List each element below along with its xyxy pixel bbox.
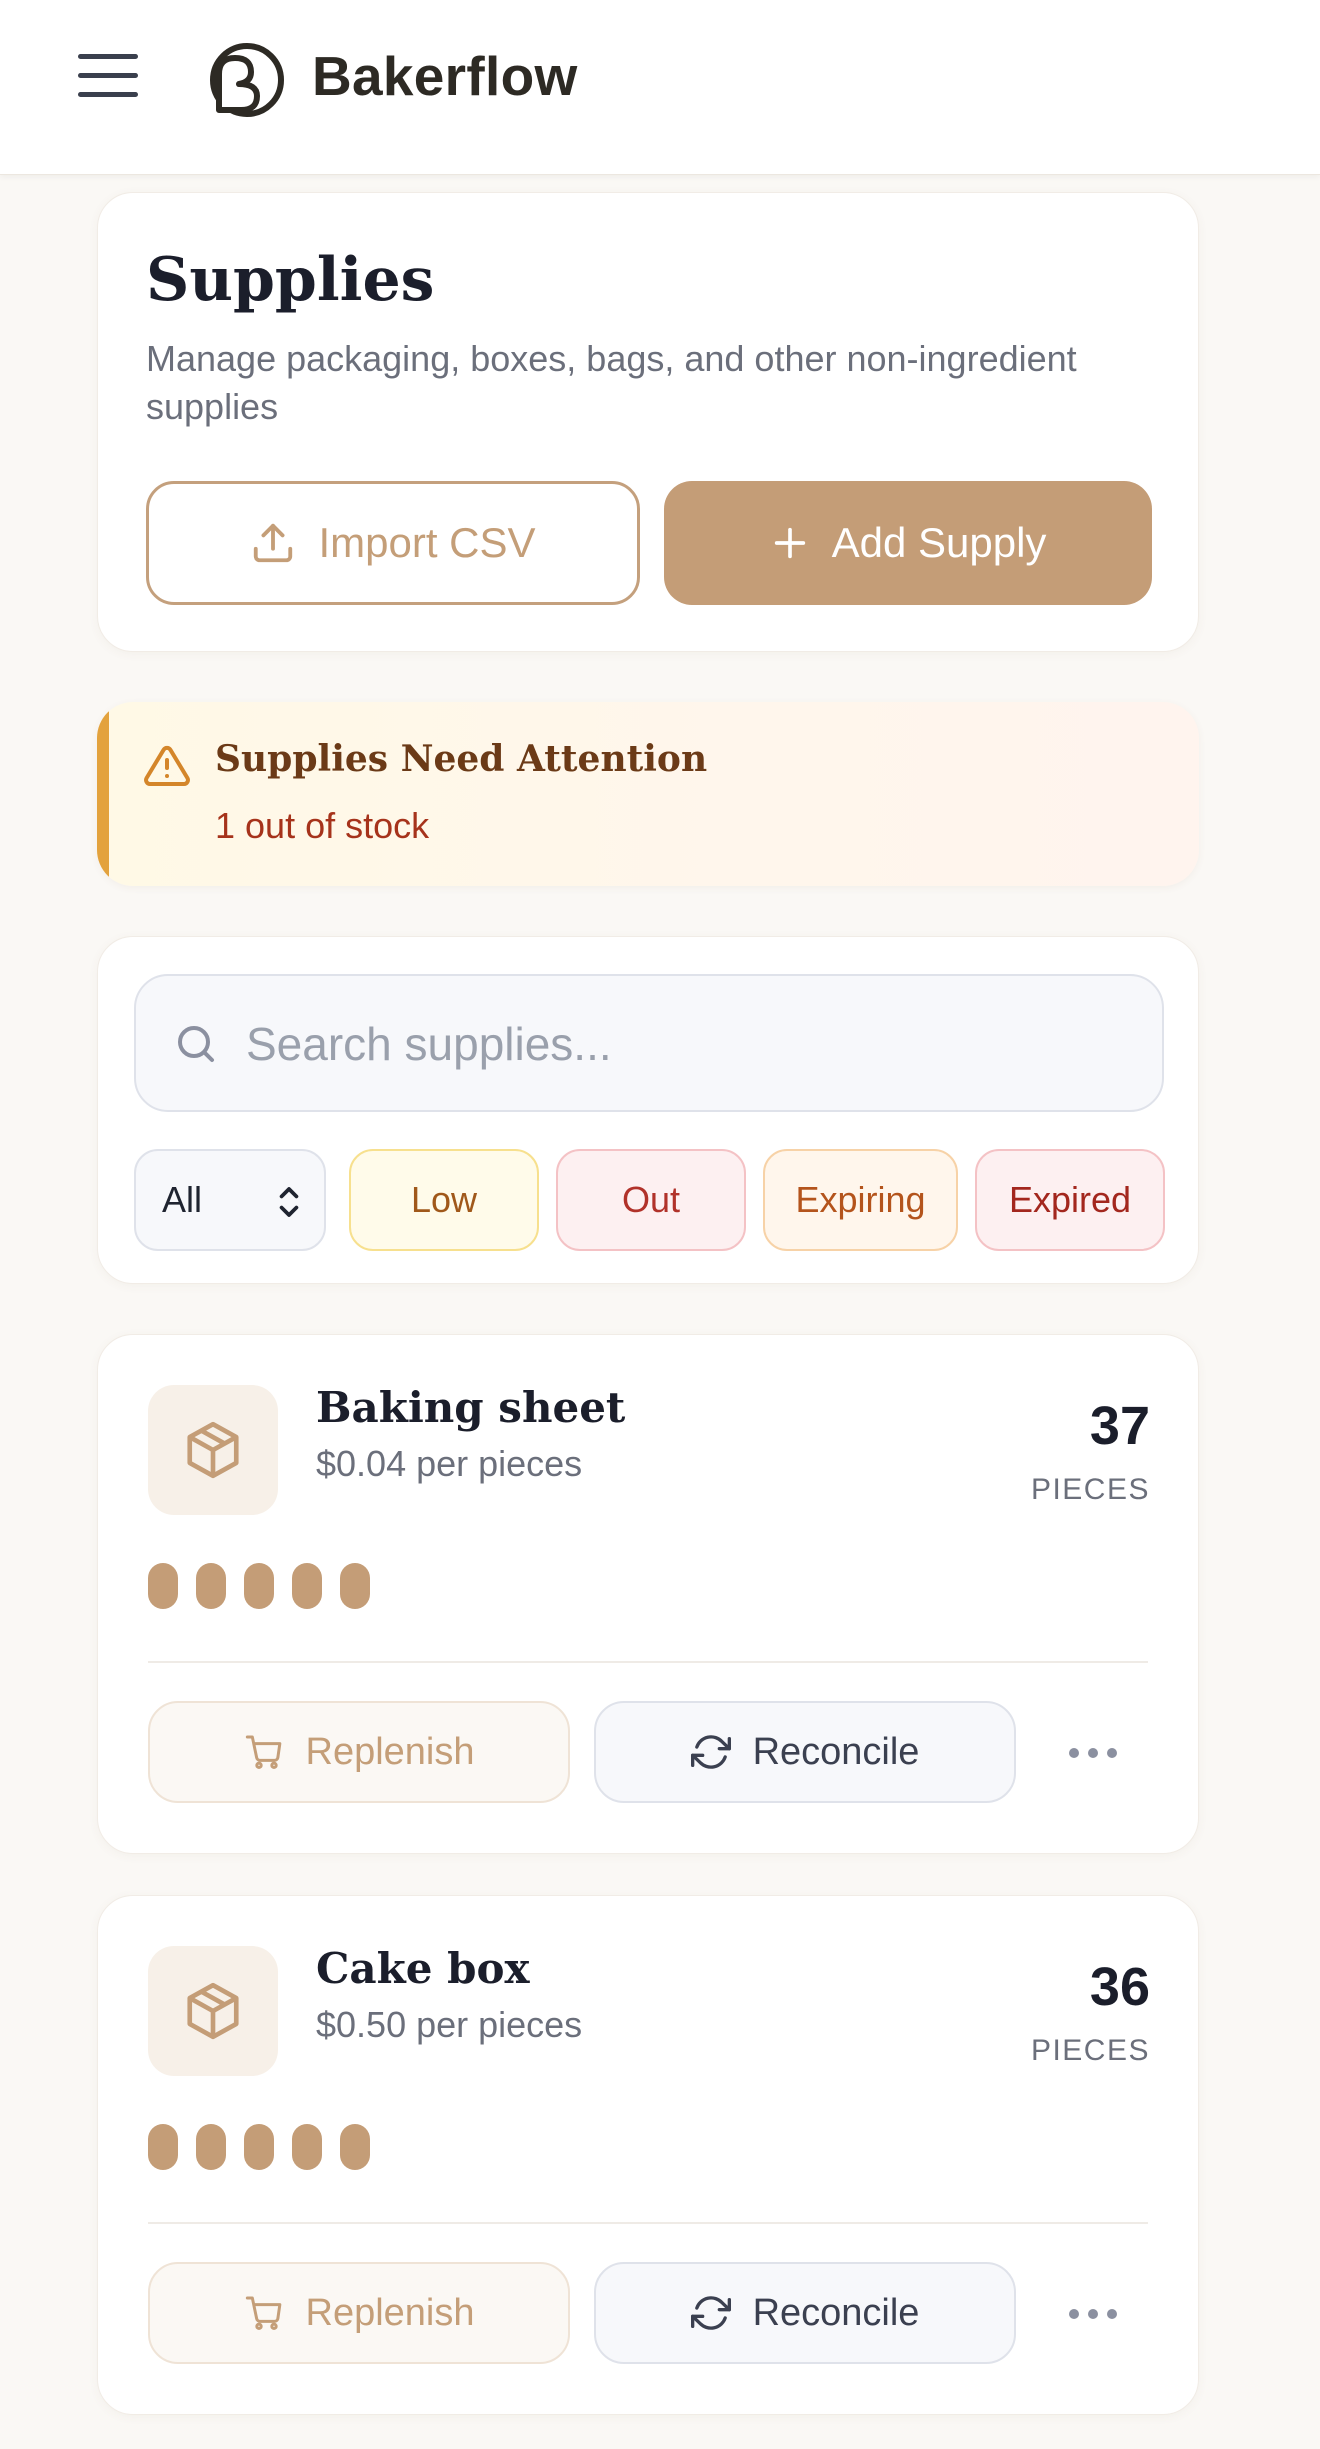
replenish-button[interactable]: Replenish	[148, 1701, 570, 1803]
stock-level-segment	[340, 2124, 370, 2170]
cart-icon	[245, 2296, 281, 2331]
add-supply-button[interactable]: Add Supply	[664, 481, 1152, 605]
filter-expired-chip[interactable]: Expired	[975, 1149, 1165, 1251]
search-icon	[178, 1026, 214, 1062]
supply-quantity: 37	[1089, 1396, 1150, 1456]
supply-price: $0.50 per pieces	[316, 2004, 583, 2045]
alert-accent-bar	[97, 702, 109, 886]
card-divider	[148, 2222, 1148, 2224]
stock-level-segment	[196, 1563, 226, 1609]
supply-quantity: 36	[1089, 1957, 1150, 2017]
supply-unit: PIECES	[1030, 1473, 1150, 1506]
refresh-icon	[690, 1735, 731, 1769]
attention-alert: Supplies Need Attention 1 out of stock	[97, 702, 1199, 886]
import-csv-button[interactable]: Import CSV	[146, 481, 640, 605]
stock-level-indicator	[148, 1563, 370, 1609]
stock-level-segment	[196, 2124, 226, 2170]
stock-level-segment	[148, 1563, 178, 1609]
supply-thumbnail	[148, 1946, 278, 2076]
add-supply-label: Add Supply	[831, 519, 1047, 566]
search-filter-card: All Low Out Expiring Expired	[97, 936, 1199, 1284]
menu-icon-line	[78, 54, 138, 59]
replenish-label: Replenish	[305, 1730, 475, 1773]
card-divider	[148, 1661, 1148, 1663]
reconcile-label: Reconcile	[752, 1730, 920, 1773]
bakerflow-logo-icon	[210, 43, 284, 117]
search-input[interactable]	[246, 996, 1126, 1092]
menu-icon-line	[78, 92, 138, 97]
stock-level-segment	[244, 1563, 274, 1609]
reconcile-button[interactable]: Reconcile	[594, 2262, 1016, 2364]
page-title: Supplies	[146, 245, 435, 315]
filter-low-chip[interactable]: Low	[349, 1149, 539, 1251]
package-icon	[187, 1982, 239, 2040]
supply-card[interactable]: Cake box $0.50 per pieces 36 PIECES Repl…	[97, 1895, 1199, 2415]
supply-thumbnail	[148, 1385, 278, 1515]
page-subtitle: Manage packaging, boxes, bags, and other…	[146, 338, 1077, 427]
page-heading-card: Supplies Manage packaging, boxes, bags, …	[97, 192, 1199, 652]
refresh-icon	[690, 2296, 731, 2330]
app-header: Bakerflow	[0, 0, 1320, 175]
warning-icon	[144, 745, 190, 786]
stock-level-segment	[292, 1563, 322, 1609]
stock-level-segment	[148, 2124, 178, 2170]
menu-icon-line	[78, 73, 138, 78]
replenish-button[interactable]: Replenish	[148, 2262, 570, 2364]
stock-level-indicator	[148, 2124, 370, 2170]
supply-price: $0.04 per pieces	[316, 1443, 583, 1484]
search-box[interactable]	[134, 974, 1164, 1112]
filter-out-chip[interactable]: Out	[556, 1149, 746, 1251]
menu-button[interactable]	[78, 54, 138, 104]
more-options-icon[interactable]	[1058, 2286, 1128, 2342]
stock-level-segment	[244, 2124, 274, 2170]
status-select-value: All	[162, 1179, 203, 1220]
stock-level-segment	[292, 2124, 322, 2170]
plus-icon	[774, 527, 805, 559]
reconcile-button[interactable]: Reconcile	[594, 1701, 1016, 1803]
upload-icon	[254, 523, 293, 563]
package-icon	[187, 1421, 239, 1479]
filter-expiring-chip[interactable]: Expiring	[763, 1149, 958, 1251]
alert-title: Supplies Need Attention	[215, 738, 708, 780]
supply-name: Baking sheet	[316, 1383, 626, 1432]
stock-level-segment	[340, 1563, 370, 1609]
chevron-up-down-icon	[279, 1187, 299, 1217]
supply-name: Cake box	[316, 1944, 530, 1993]
status-select[interactable]: All	[134, 1149, 326, 1251]
alert-out-of-stock-link[interactable]: 1 out of stock	[215, 805, 429, 847]
more-options-icon[interactable]	[1058, 1725, 1128, 1781]
cart-icon	[245, 1735, 281, 1770]
import-csv-label: Import CSV	[318, 519, 536, 566]
supply-card[interactable]: Baking sheet $0.04 per pieces 37 PIECES …	[97, 1334, 1199, 1854]
reconcile-label: Reconcile	[752, 2291, 920, 2334]
replenish-label: Replenish	[305, 2291, 475, 2334]
supply-unit: PIECES	[1030, 2034, 1150, 2067]
brand-name[interactable]: Bakerflow	[312, 44, 578, 108]
